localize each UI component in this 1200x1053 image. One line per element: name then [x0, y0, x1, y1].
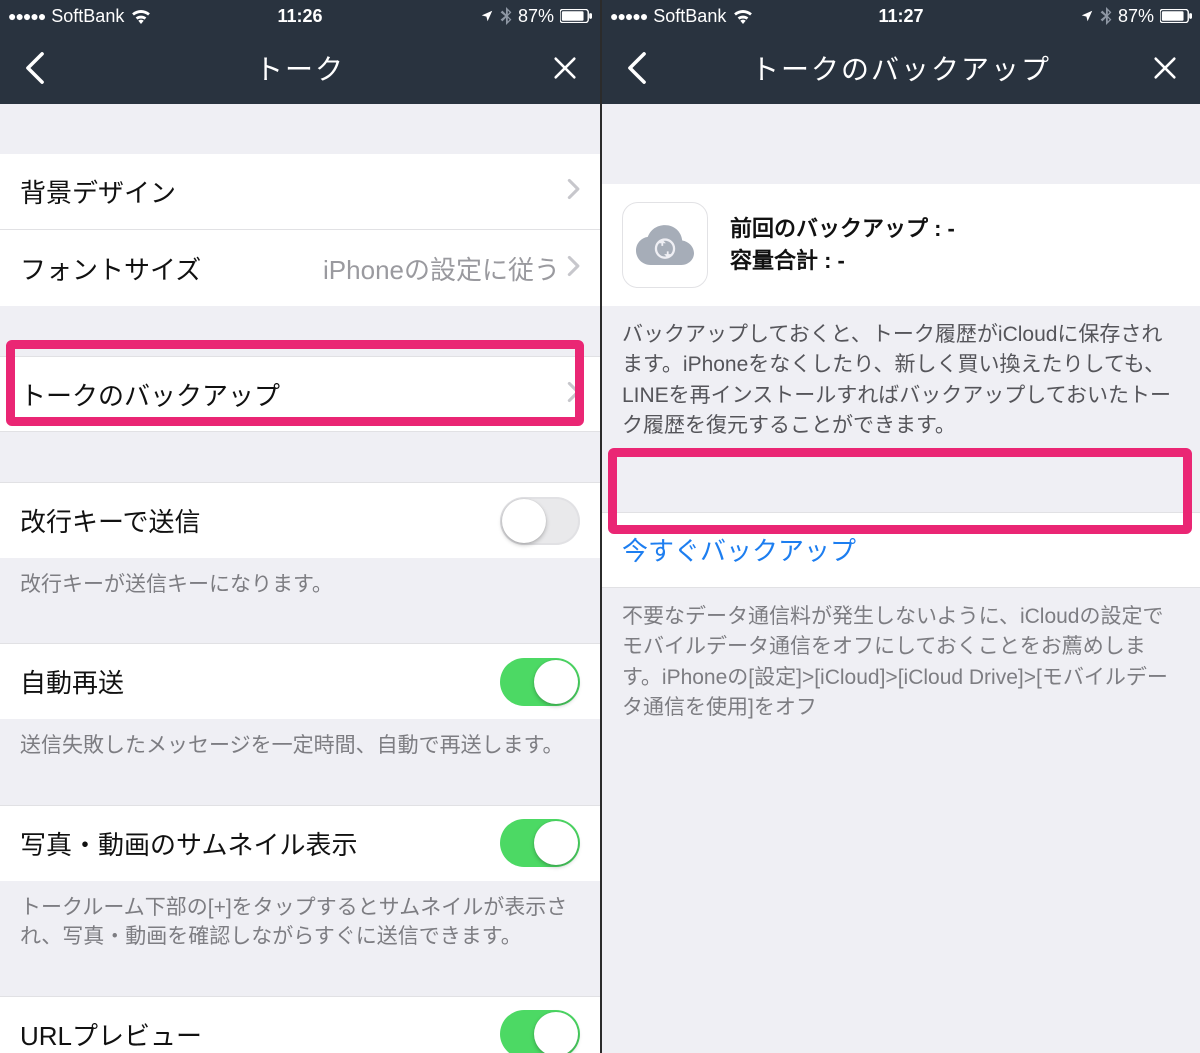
row-url-preview: URLプレビュー	[0, 996, 600, 1053]
cloud-sync-icon	[622, 202, 708, 288]
bluetooth-icon	[1100, 7, 1112, 25]
row-label: 自動再送	[20, 663, 500, 700]
bluetooth-icon	[500, 7, 512, 25]
screen-backup: ●●●●● SoftBank 11:27 87% トークのバックアップ	[600, 0, 1200, 1053]
page-title: トーク	[52, 48, 548, 88]
row-value: iPhoneの設定に従う	[323, 250, 560, 287]
backup-note: 不要なデータ通信料が発生しないように、iCloudの設定でモバイルデータ通信をオ…	[602, 588, 1200, 724]
back-button[interactable]	[620, 51, 654, 85]
last-backup-label: 前回のバックアップ : -	[730, 213, 955, 245]
toggle-enter-send[interactable]	[500, 497, 580, 545]
battery-percent: 87%	[518, 6, 554, 27]
carrier-label: SoftBank	[51, 6, 124, 27]
battery-icon	[1160, 9, 1192, 23]
row-talk-backup[interactable]: トークのバックアップ	[0, 356, 600, 432]
backup-description: バックアップしておくと、トーク履歴がiCloudに保存されます。iPhoneをな…	[602, 306, 1200, 442]
toggle-thumbnail[interactable]	[500, 819, 580, 867]
screen-talk-settings: ●●●●● SoftBank 11:26 87% トーク	[0, 0, 600, 1053]
row-enter-send: 改行キーで送信	[0, 482, 600, 558]
row-background-design[interactable]: 背景デザイン	[0, 154, 600, 230]
signal-dots-icon: ●●●●●	[610, 8, 647, 24]
battery-percent: 87%	[1118, 6, 1154, 27]
backup-status-card: 前回のバックアップ : - 容量合計 : -	[602, 184, 1200, 306]
toggle-url-preview[interactable]	[500, 1010, 580, 1053]
close-button[interactable]	[1148, 51, 1182, 85]
backup-now-label: 今すぐバックアップ	[622, 531, 856, 568]
location-icon	[480, 9, 494, 23]
page-title: トークのバックアップ	[654, 48, 1148, 88]
row-footer: トークルーム下部の[+]をタップするとサムネイルが表示され、写真・動画を確認しな…	[0, 881, 600, 952]
chevron-right-icon	[566, 253, 580, 284]
back-button[interactable]	[18, 51, 52, 85]
row-label: 改行キーで送信	[20, 502, 500, 539]
location-icon	[1080, 9, 1094, 23]
nav-bar: トークのバックアップ	[602, 32, 1200, 104]
row-label: 写真・動画のサムネイル表示	[20, 825, 500, 862]
chevron-right-icon	[566, 176, 580, 207]
row-font-size[interactable]: フォントサイズ iPhoneの設定に従う	[0, 230, 600, 306]
status-bar: ●●●●● SoftBank 11:27 87%	[602, 0, 1200, 32]
wifi-icon	[732, 8, 754, 24]
row-auto-resend: 自動再送	[0, 643, 600, 719]
nav-bar: トーク	[0, 32, 600, 104]
close-button[interactable]	[548, 51, 582, 85]
row-thumbnail-display: 写真・動画のサムネイル表示	[0, 805, 600, 881]
row-footer: 送信失敗したメッセージを一定時間、自動で再送します。	[0, 719, 600, 760]
backup-now-button[interactable]: 今すぐバックアップ	[602, 512, 1200, 588]
carrier-label: SoftBank	[653, 6, 726, 27]
status-bar: ●●●●● SoftBank 11:26 87%	[0, 0, 600, 32]
wifi-icon	[130, 8, 152, 24]
chevron-right-icon	[566, 379, 580, 410]
row-label: URLプレビュー	[20, 1016, 500, 1053]
signal-dots-icon: ●●●●●	[8, 8, 45, 24]
total-size-label: 容量合計 : -	[730, 245, 955, 277]
toggle-auto-resend[interactable]	[500, 658, 580, 706]
row-label: トークのバックアップ	[20, 376, 566, 413]
row-footer: 改行キーが送信キーになります。	[0, 558, 600, 599]
row-label: 背景デザイン	[20, 173, 566, 210]
battery-icon	[560, 9, 592, 23]
row-label: フォントサイズ	[20, 250, 323, 287]
